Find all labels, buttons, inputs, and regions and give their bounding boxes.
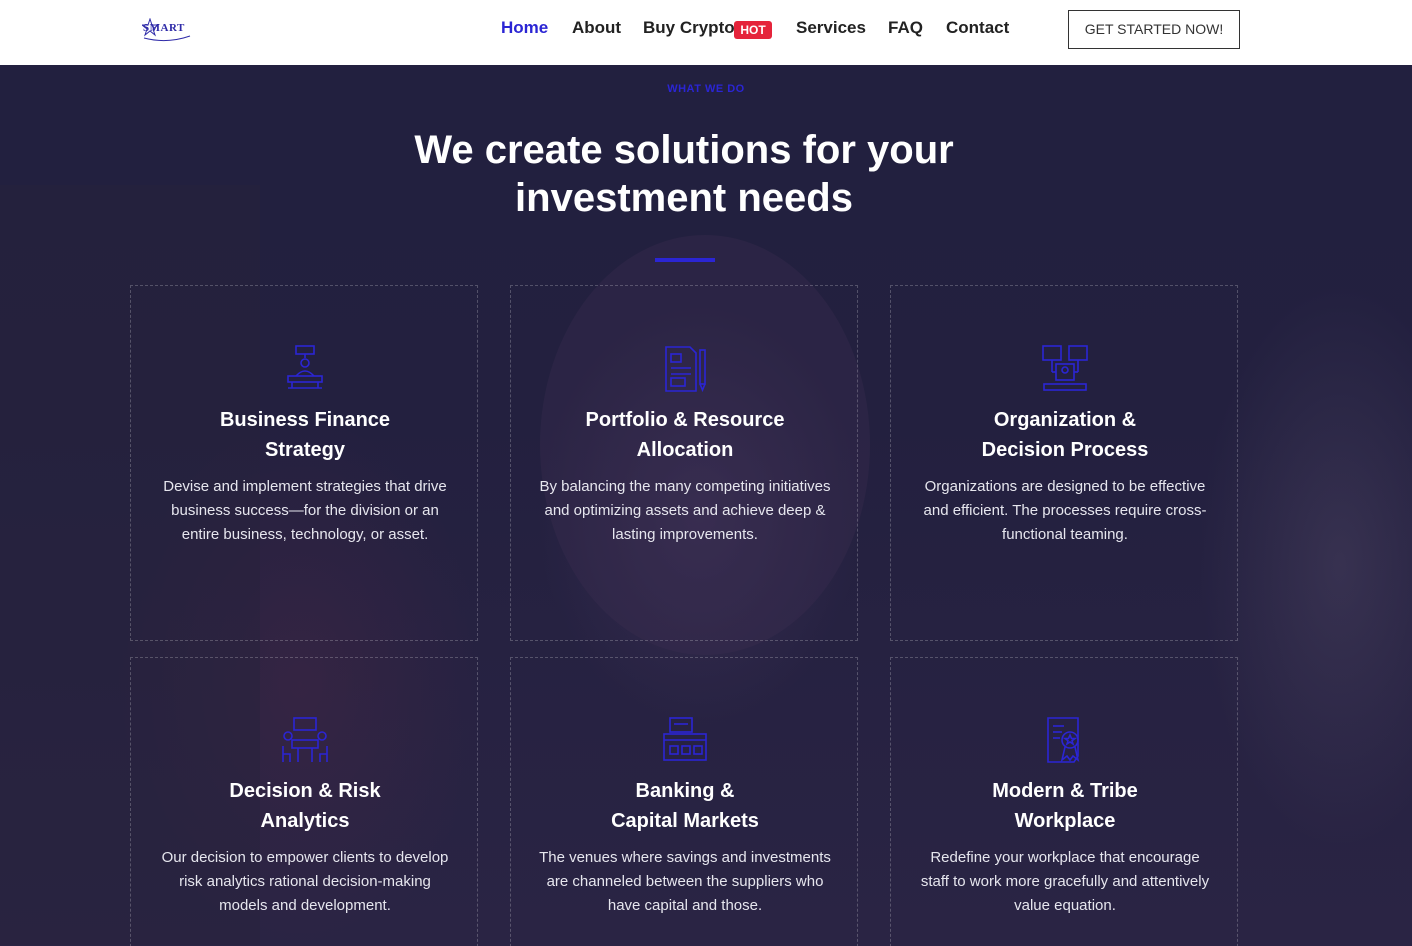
get-started-button[interactable]: GET STARTED NOW! [1068,10,1240,49]
section-eyebrow: WHAT WE DO [667,83,745,95]
card-description: Devise and implement strategies that dri… [163,478,447,543]
card-description: Our decision to empower clients to devel… [161,849,449,914]
service-card-organization[interactable]: Organization & Decision Process Organiza… [890,285,1238,641]
service-card-portfolio[interactable]: Portfolio & Resource Allocation By balan… [510,285,858,641]
nav-services[interactable]: Services [796,18,866,38]
headline-line-2: investment needs [515,176,853,220]
banking-cards-icon [663,717,707,761]
card-description: By balancing the many competing initiati… [539,478,831,543]
service-card-decision-risk[interactable]: Decision & Risk Analytics Our decision t… [130,657,478,946]
service-card-business-finance[interactable]: Business Finance Strategy Devise and imp… [130,285,478,641]
service-card-banking[interactable]: Banking & Capital Markets The venues whe… [510,657,858,946]
card-description: Redefine your workplace that encourage s… [920,849,1210,914]
service-card-workplace[interactable]: Modern & Tribe Workplace Redefine your w… [890,657,1238,946]
meeting-table-icon [282,717,328,762]
card-title: Portfolio & Resource Allocation [531,405,839,465]
card-title-line-1: Modern & Tribe [992,780,1138,802]
headline-underline [655,258,715,262]
certificate-award-icon [1047,717,1080,763]
nav-about[interactable]: About [572,18,621,38]
nav-faq[interactable]: FAQ [888,18,923,38]
document-pen-icon [665,346,706,393]
card-title: Modern & Tribe Workplace [911,776,1219,836]
card-title-line-1: Banking & [635,780,735,802]
card-title-line-1: Decision & Risk [229,780,381,802]
section-headline: We create solutions for your investment … [356,126,1012,222]
card-title-line-1: Portfolio & Resource [585,409,785,431]
card-title: Decision & Risk Analytics [151,776,459,836]
card-description: The venues where savings and investments… [539,849,831,914]
card-title-line-2: Allocation [636,439,734,461]
card-description: Organizations are designed to be effecti… [923,478,1207,543]
card-title-line-1: Business Finance [219,409,391,431]
logo-text: SMART [143,22,185,34]
presentation-desk-icon [287,345,323,389]
card-title: Organization & Decision Process [911,405,1219,465]
org-chart-icon [1042,345,1088,391]
card-title-line-1: Organization & [993,409,1137,431]
card-title-line-2: Capital Markets [611,810,759,832]
card-title-line-2: Strategy [264,439,346,461]
card-title-line-2: Decision Process [981,439,1149,461]
headline-line-1: We create solutions for your [414,128,954,172]
nav-home[interactable]: Home [501,18,548,38]
site-logo[interactable]: SMART [142,18,192,42]
hot-badge: HOT [734,21,772,39]
card-title-line-2: Workplace [1014,810,1116,832]
card-title-line-2: Analytics [260,810,350,832]
services-section: WHAT WE DO We create solutions for your … [0,65,1412,946]
card-title: Business Finance Strategy [151,405,459,465]
nav-buy-crypto[interactable]: Buy Crypto [643,18,735,38]
nav-contact[interactable]: Contact [946,18,1009,38]
top-navbar: SMART Home About Buy Crypto HOT Services… [0,0,1412,65]
card-title: Banking & Capital Markets [531,776,839,836]
